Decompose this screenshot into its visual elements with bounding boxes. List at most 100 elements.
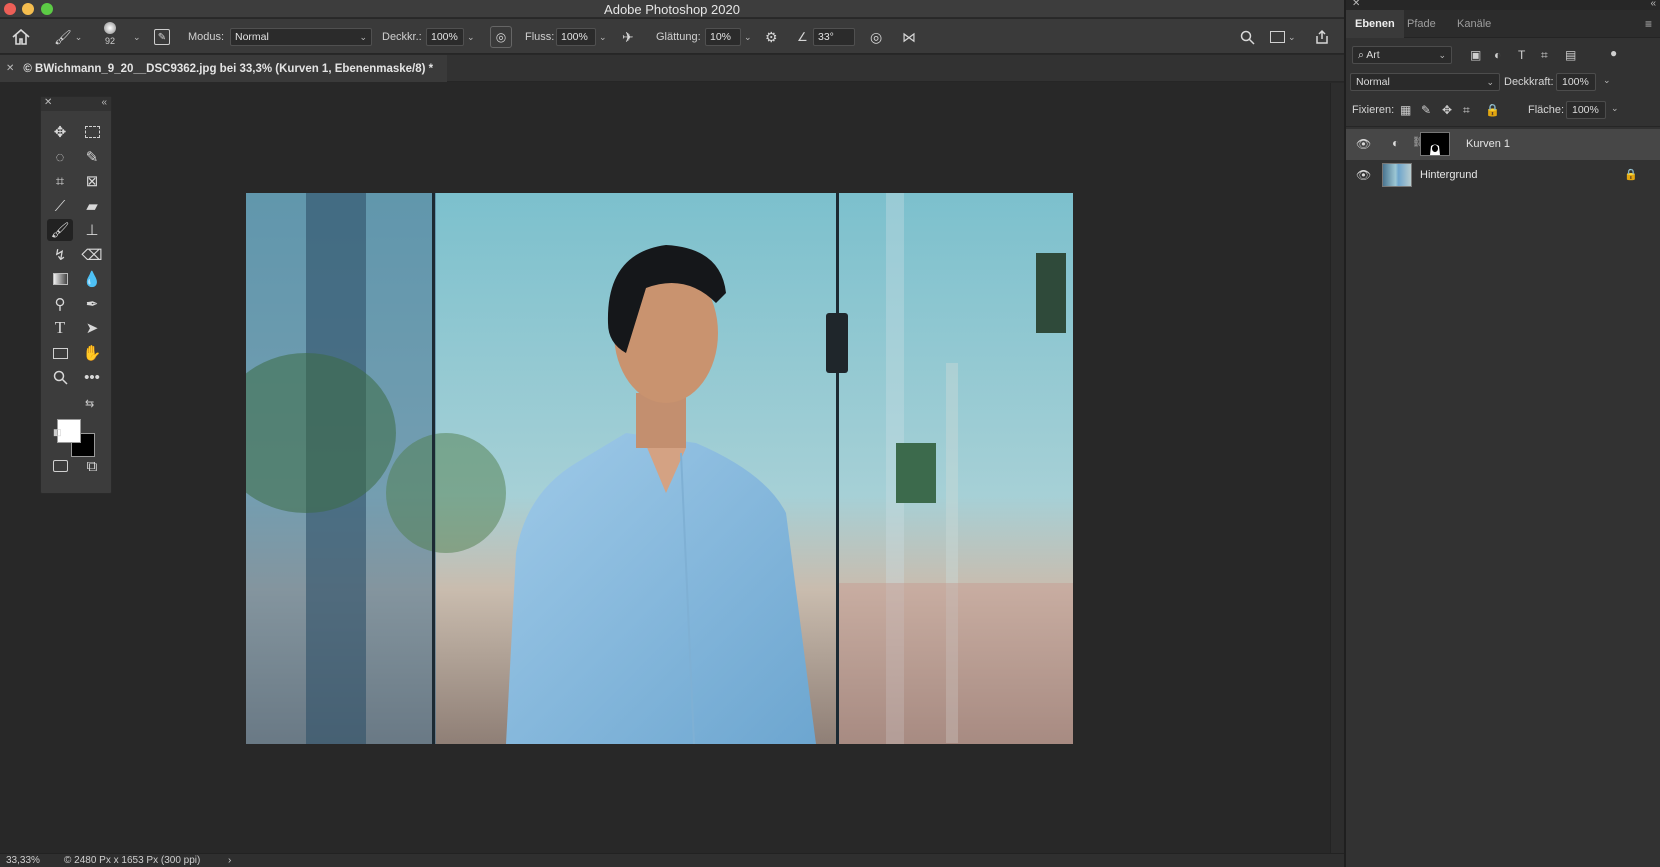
quick-selection-tool[interactable]: ✎ xyxy=(79,146,105,168)
document-tab[interactable]: ✕ © BWichmann_9_20__DSC9362.jpg bei 33,3… xyxy=(0,55,448,82)
share-button[interactable] xyxy=(1314,27,1330,47)
lock-all-icon[interactable]: 🔒 xyxy=(1485,103,1500,117)
close-icon[interactable]: ✕ xyxy=(44,97,52,108)
lock-position-icon[interactable]: ✥ xyxy=(1442,103,1452,117)
layer-thumbnail[interactable] xyxy=(1382,163,1412,187)
tab-channels[interactable]: Kanäle xyxy=(1448,10,1500,38)
rectangle-tool[interactable] xyxy=(47,342,73,364)
gear-icon: ⚙ xyxy=(765,28,778,45)
eyedropper-tool[interactable]: ⟋ xyxy=(47,195,73,217)
layer-mask-thumbnail[interactable] xyxy=(1420,132,1450,156)
status-menu-arrow[interactable]: › xyxy=(228,855,231,866)
panel-opacity-dropdown-icon[interactable]: ⌄ xyxy=(1603,75,1611,86)
brush-tip-icon xyxy=(104,22,116,34)
hand-tool[interactable]: ✋ xyxy=(79,342,105,364)
opacity-input[interactable]: 100% xyxy=(426,28,464,46)
fill-input[interactable]: 100% xyxy=(1566,101,1606,119)
opacity-dropdown-icon[interactable]: ⌄ xyxy=(467,32,475,43)
fill-label: Fläche: xyxy=(1528,104,1565,116)
filter-adjustment-icon[interactable]: ◐ xyxy=(1494,48,1501,62)
panel-menu-icon[interactable]: ≡ xyxy=(1645,17,1652,31)
blend-mode-select[interactable]: Normal ⌄ xyxy=(1350,73,1500,91)
path-selection-tool[interactable]: ➤ xyxy=(79,317,105,339)
workspace-switcher[interactable]: ⌄ xyxy=(1270,27,1296,47)
default-colors-icon[interactable]: ◧ xyxy=(53,427,62,438)
vertical-scrollbar[interactable] xyxy=(1330,83,1344,853)
screen-mode-button[interactable]: ⧉ xyxy=(79,455,105,477)
brush-tool-preset-picker[interactable]: 🖌 ⌄ xyxy=(54,27,82,47)
filter-shape-icon[interactable]: ⌗ xyxy=(1541,48,1548,63)
arrow-cursor-icon: ➤ xyxy=(85,320,99,337)
document-tab-bar: ✕ © BWichmann_9_20__DSC9362.jpg bei 33,3… xyxy=(0,55,1344,82)
mode-value: Normal xyxy=(235,31,269,43)
pressure-size-button[interactable]: ◎ xyxy=(870,27,882,47)
edit-toolbar-button[interactable]: ••• xyxy=(79,366,105,388)
stamp-icon: ⊥ xyxy=(85,222,99,239)
smoothing-options-button[interactable]: ⚙ xyxy=(765,27,778,47)
move-tool[interactable]: ✥ xyxy=(47,121,73,143)
smoothing-dropdown-icon[interactable]: ⌄ xyxy=(744,32,752,43)
type-tool[interactable]: T xyxy=(47,317,73,339)
image-canvas[interactable] xyxy=(246,193,1073,744)
filter-toggle-icon[interactable]: ● xyxy=(1610,46,1617,60)
symmetry-button[interactable]: ⋈ xyxy=(902,27,916,47)
crop-tool[interactable]: ⌗ xyxy=(47,170,73,192)
lasso-icon: ◌ xyxy=(55,148,65,166)
fill-dropdown-icon[interactable]: ⌄ xyxy=(1611,103,1619,114)
smoothing-input[interactable]: 10% xyxy=(705,28,741,46)
close-icon[interactable]: ✕ xyxy=(6,63,14,74)
flow-input[interactable]: 100% xyxy=(556,28,596,46)
clone-stamp-tool[interactable]: ⊥ xyxy=(79,219,105,241)
filter-smartobject-icon[interactable]: ▤ xyxy=(1565,48,1576,62)
eye-icon[interactable]: 👁 xyxy=(1356,168,1371,182)
curves-adjustment-icon: ◐ xyxy=(1392,136,1400,150)
mode-select[interactable]: Normal ⌄ xyxy=(230,28,372,46)
lock-image-icon[interactable]: ✎ xyxy=(1421,103,1431,117)
blur-tool[interactable]: 💧 xyxy=(79,268,105,290)
pressure-size-icon: ◎ xyxy=(870,28,883,45)
filter-type-icon[interactable]: T xyxy=(1518,48,1525,62)
layer-row-curves[interactable]: 👁 ◐ ⛓ Kurven 1 xyxy=(1346,129,1660,160)
lock-artboard-icon[interactable]: ⌗ xyxy=(1463,103,1470,118)
airbrush-button[interactable]: ✈ xyxy=(622,27,634,47)
tab-paths[interactable]: Pfade xyxy=(1398,10,1445,38)
marquee-tool[interactable] xyxy=(79,121,105,143)
pressure-opacity-button[interactable]: ◎ xyxy=(490,26,512,48)
eyedropper-icon: ⟋ xyxy=(54,197,66,215)
search-button[interactable] xyxy=(1240,27,1255,47)
brush-size-value: 92 xyxy=(104,36,115,46)
panel-opacity-input[interactable]: 100% xyxy=(1556,73,1596,91)
chevron-down-icon: ⌄ xyxy=(1288,31,1296,42)
dodge-tool[interactable]: ⚲ xyxy=(47,293,73,315)
home-button[interactable] xyxy=(12,27,30,47)
tab-layers[interactable]: Ebenen xyxy=(1346,10,1404,38)
collapse-icon[interactable]: « xyxy=(1650,0,1656,9)
eraser-tool[interactable]: ⌫ xyxy=(79,244,105,266)
brush-settings-toggle[interactable]: ✎ xyxy=(154,27,170,47)
frame-tool[interactable]: ⊠ xyxy=(79,170,105,192)
status-bar: 33,33% © 2480 Px x 1653 Px (300 ppi) › xyxy=(0,853,1344,867)
quick-mask-button[interactable] xyxy=(47,455,73,477)
layer-row-background[interactable]: 👁 Hintergrund 🔒 xyxy=(1346,160,1660,191)
layer-filter-select[interactable]: ⌕ Art ⌄ xyxy=(1352,46,1452,64)
brush-size-picker[interactable]: 92 xyxy=(104,22,116,52)
healing-brush-tool[interactable]: ▰ xyxy=(79,195,105,217)
filter-pixel-icon[interactable]: ▣ xyxy=(1470,48,1481,62)
lasso-tool[interactable]: ◌ xyxy=(47,146,73,168)
history-brush-tool[interactable]: ↯ xyxy=(47,244,73,266)
chevron-down-icon[interactable]: ⌄ xyxy=(133,32,141,43)
zoom-level[interactable]: 33,33% xyxy=(6,855,40,866)
collapse-icon[interactable]: « xyxy=(101,97,107,108)
angle-input[interactable]: 33° xyxy=(813,28,855,46)
gradient-tool[interactable] xyxy=(47,268,73,290)
close-icon[interactable]: ✕ xyxy=(1352,0,1360,9)
flow-dropdown-icon[interactable]: ⌄ xyxy=(599,32,607,43)
lock-transparent-icon[interactable]: ▦ xyxy=(1400,103,1411,117)
tools-panel-header[interactable]: ✕ « xyxy=(41,97,111,111)
eye-icon[interactable]: 👁 xyxy=(1356,137,1371,151)
swap-colors-icon[interactable]: ⇆ xyxy=(85,397,94,410)
brush-settings-icon: ✎ xyxy=(154,29,170,45)
brush-tool[interactable]: 🖌 xyxy=(47,219,73,241)
zoom-tool[interactable] xyxy=(47,366,73,388)
pen-tool[interactable]: ✒ xyxy=(79,293,105,315)
